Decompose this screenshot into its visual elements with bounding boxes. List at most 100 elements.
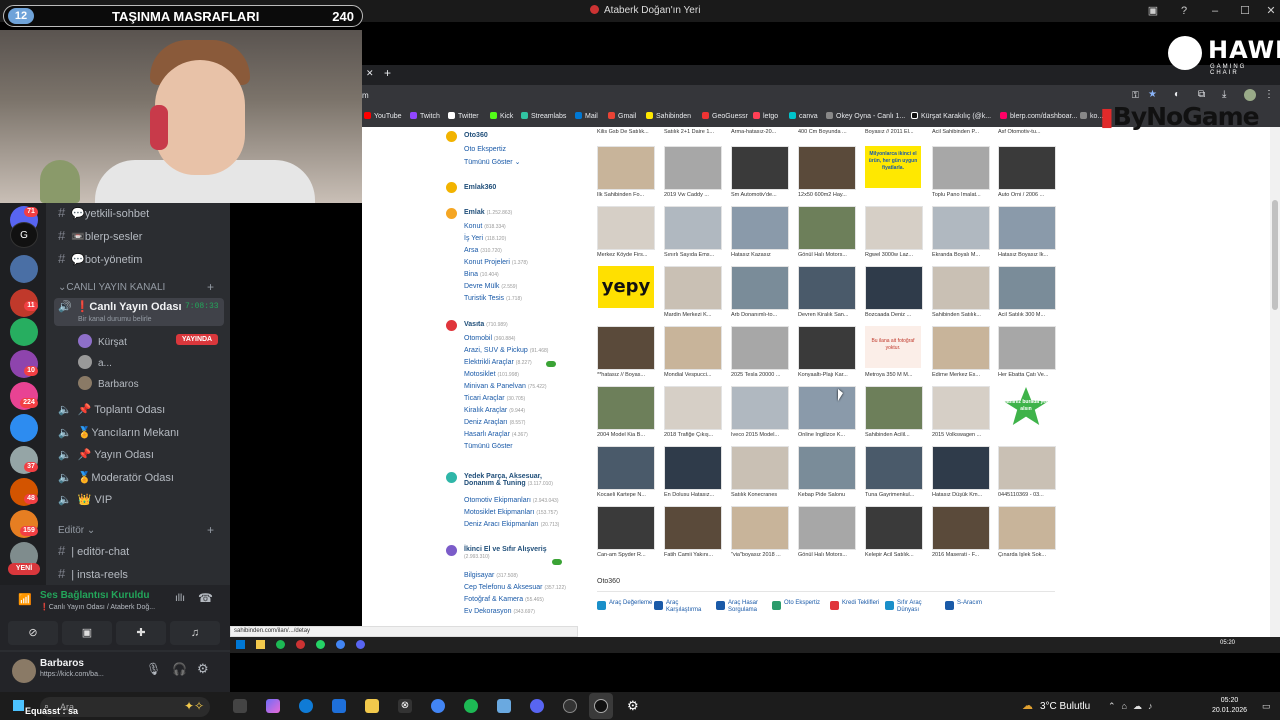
new-tab-icon[interactable]: + (384, 66, 391, 80)
bookmark-tiktok[interactable]: Kürşat Karakılıç (@k... (911, 112, 991, 120)
listing-thumbnail[interactable] (798, 146, 856, 190)
avatar[interactable] (12, 659, 36, 683)
bookmark-twitter[interactable]: Twitter (448, 112, 479, 120)
voice-member[interactable]: a... (78, 355, 112, 369)
category-link[interactable]: Ticari Araçlar (30.705) (464, 395, 525, 402)
copilot-icon[interactable] (266, 699, 280, 713)
channel-bot-yonetim[interactable]: # 💬bot-yönetim (58, 251, 142, 269)
category-link[interactable]: Elektrikli Araçlar (8.227) (464, 359, 532, 366)
listing-caption[interactable]: 2016 Maserati - F... (932, 552, 994, 558)
listing-thumbnail[interactable] (798, 506, 856, 550)
listing-caption[interactable]: Metroya 350 M M... (865, 372, 927, 378)
category-live[interactable]: ⌄CANLI YAYIN KANALI (58, 282, 165, 293)
listing-caption[interactable]: Can-am Spyder R... (597, 552, 659, 558)
category-link[interactable]: Arsa (310.720) (464, 247, 502, 254)
listing-thumbnail[interactable] (865, 266, 923, 310)
listing-thumbnail[interactable] (932, 146, 990, 190)
listing-thumbnail[interactable] (597, 146, 655, 190)
listing-caption[interactable]: 2015 Volkswagen ... (932, 432, 994, 438)
category-link[interactable]: Motosiklet Ekipmanları (153.757) (464, 509, 558, 516)
link-show-all[interactable]: Tümünü Göster ⌄ (464, 158, 520, 166)
discord-icon[interactable] (356, 640, 365, 649)
listing-thumbnail[interactable] (597, 206, 655, 250)
menu-icon[interactable]: ⋮ (1264, 89, 1274, 100)
voice-member[interactable]: Barbaros (78, 376, 139, 390)
tray-icons[interactable]: ⌃⌂☁♪ (1108, 701, 1158, 712)
soundboard-button[interactable]: ♫ (170, 621, 220, 645)
listing-thumbnail[interactable] (932, 266, 990, 310)
category-editor[interactable]: Editör ⌄ (58, 525, 95, 536)
category-link[interactable]: Deniz Aracı Ekipmanları (20.713) (464, 521, 559, 528)
bookmark-sahibinden[interactable]: Sahibinden (646, 112, 691, 120)
listing-thumbnail[interactable] (731, 146, 789, 190)
category-link[interactable]: Otomobil (360.884) (464, 335, 515, 342)
bookmark-canva[interactable]: canva (789, 112, 818, 120)
xbox-icon[interactable]: ⊗ (398, 699, 412, 713)
listing-thumbnail[interactable] (597, 326, 655, 370)
bookmark-streamlabs[interactable]: Streamlabs (521, 112, 566, 120)
listing-thumbnail[interactable] (798, 446, 856, 490)
oto360-tool-link[interactable]: Sıfır Araç Dünyası (897, 600, 941, 614)
bookmark-twitch[interactable]: Twitch (410, 112, 440, 120)
listing-caption[interactable]: İlk Sahibinden Fo... (597, 192, 659, 198)
listing-thumbnail[interactable] (932, 326, 990, 370)
edge-icon[interactable] (299, 699, 313, 713)
listing-thumbnail[interactable] (731, 326, 789, 370)
listing-thumbnail[interactable] (798, 266, 856, 310)
window-pin-icon[interactable]: ▣ (1145, 3, 1161, 19)
clock[interactable]: 05:20 20.01.2026 (1212, 696, 1247, 716)
listing-thumbnail[interactable] (731, 506, 789, 550)
listing-caption[interactable]: Kebap Pide Salonu (798, 492, 860, 498)
yepy-tile[interactable]: yepy (598, 266, 654, 308)
no-photo-tile[interactable]: Bu ilana ait fotoğraf yoktur. (865, 326, 921, 368)
category-link[interactable]: Turistik Tesis (1.718) (464, 295, 522, 302)
spotify-icon[interactable] (276, 640, 285, 649)
close-tab-icon[interactable]: ✕ (366, 68, 374, 79)
listing-caption[interactable]: Online İngilizce K... (798, 432, 860, 438)
listing-caption[interactable]: Toplu Pano İmalat... (932, 192, 994, 198)
listing-caption[interactable]: 0445110369 - 03... (998, 492, 1060, 498)
listing-caption[interactable]: Mardin Merkezi K... (664, 312, 726, 318)
listing-caption[interactable]: Sm Automotiv'de... (731, 192, 793, 198)
key-icon[interactable]: ⚿ (1132, 90, 1139, 101)
listing-caption[interactable]: En Dolusu Hatasız... (664, 492, 726, 498)
bookmark-okey[interactable]: Okey Oyna - Canlı 1... (826, 112, 905, 120)
listing-caption[interactable]: Satılık Konecranes (731, 492, 793, 498)
listing-caption[interactable]: Arb Donanımlı-to... (731, 312, 793, 318)
listing-caption[interactable]: 2019 Vw Caddy ... (664, 192, 726, 198)
listing-caption[interactable]: Kocaeli Kartepe N... (597, 492, 659, 498)
oto360-tool-link[interactable]: S-Aracım (957, 600, 1001, 607)
link-oto-ekspertiz[interactable]: Oto Ekspertiz (464, 146, 506, 153)
mail-app-icon[interactable] (332, 699, 346, 713)
listing-caption[interactable]: Devren Kiralık San... (798, 312, 860, 318)
bookmark-star-icon[interactable]: ★ (1148, 89, 1157, 100)
listing-caption[interactable]: 2018 Trafiğe Çıkış... (664, 432, 726, 438)
listing-caption[interactable]: Kelepir Acil Satılık... (865, 552, 927, 558)
channel-status[interactable]: Bir kanal durumu belirle (78, 316, 152, 323)
discord-icon[interactable] (530, 699, 544, 713)
listing-thumbnail[interactable] (798, 386, 856, 430)
bookmark-geoguessr[interactable]: GeoGuessr (702, 112, 748, 120)
category-link[interactable]: Konut Projeleri (1.378) (464, 259, 528, 266)
bookmark-gmail[interactable]: Gmail (608, 112, 636, 120)
gear-icon[interactable]: ⚙ (197, 661, 209, 677)
voice-channel[interactable]: 🔈 📌 Yayın Odası (58, 448, 154, 466)
listing-caption[interactable]: Sahibinden Acilil... (865, 432, 927, 438)
category-link[interactable]: Fotoğraf & Kamera (55.465) (464, 596, 544, 603)
close-button[interactable]: ✕ (1263, 3, 1279, 19)
listing-caption[interactable]: Hatasız Kazasız (731, 252, 793, 258)
listing-caption[interactable]: Hatasız Boyasız İk... (998, 252, 1060, 258)
obs-icon[interactable] (563, 699, 577, 713)
listing-thumbnail[interactable] (998, 326, 1056, 370)
listing-caption[interactable]: Fatih Camii Yakını... (664, 552, 726, 558)
add-channel-icon[interactable]: + (207, 523, 214, 537)
chrome-icon[interactable] (431, 699, 445, 713)
explorer-icon[interactable] (256, 640, 265, 649)
listing-caption[interactable]: Auto Orni / 2006 ... (998, 192, 1060, 198)
listing-caption[interactable]: Bozcaada Deniz ... (865, 312, 927, 318)
waveform-icon[interactable]: ıllı (175, 593, 185, 604)
listing-caption[interactable]: Satılık 2+1 Daire 1... (664, 129, 726, 135)
category-link[interactable]: Otomotiv Ekipmanları (2.943.043) (464, 497, 559, 504)
extensions-icon[interactable]: ⧉ (1198, 89, 1205, 100)
category-link[interactable]: Bilgisayar (317.508) (464, 572, 518, 579)
